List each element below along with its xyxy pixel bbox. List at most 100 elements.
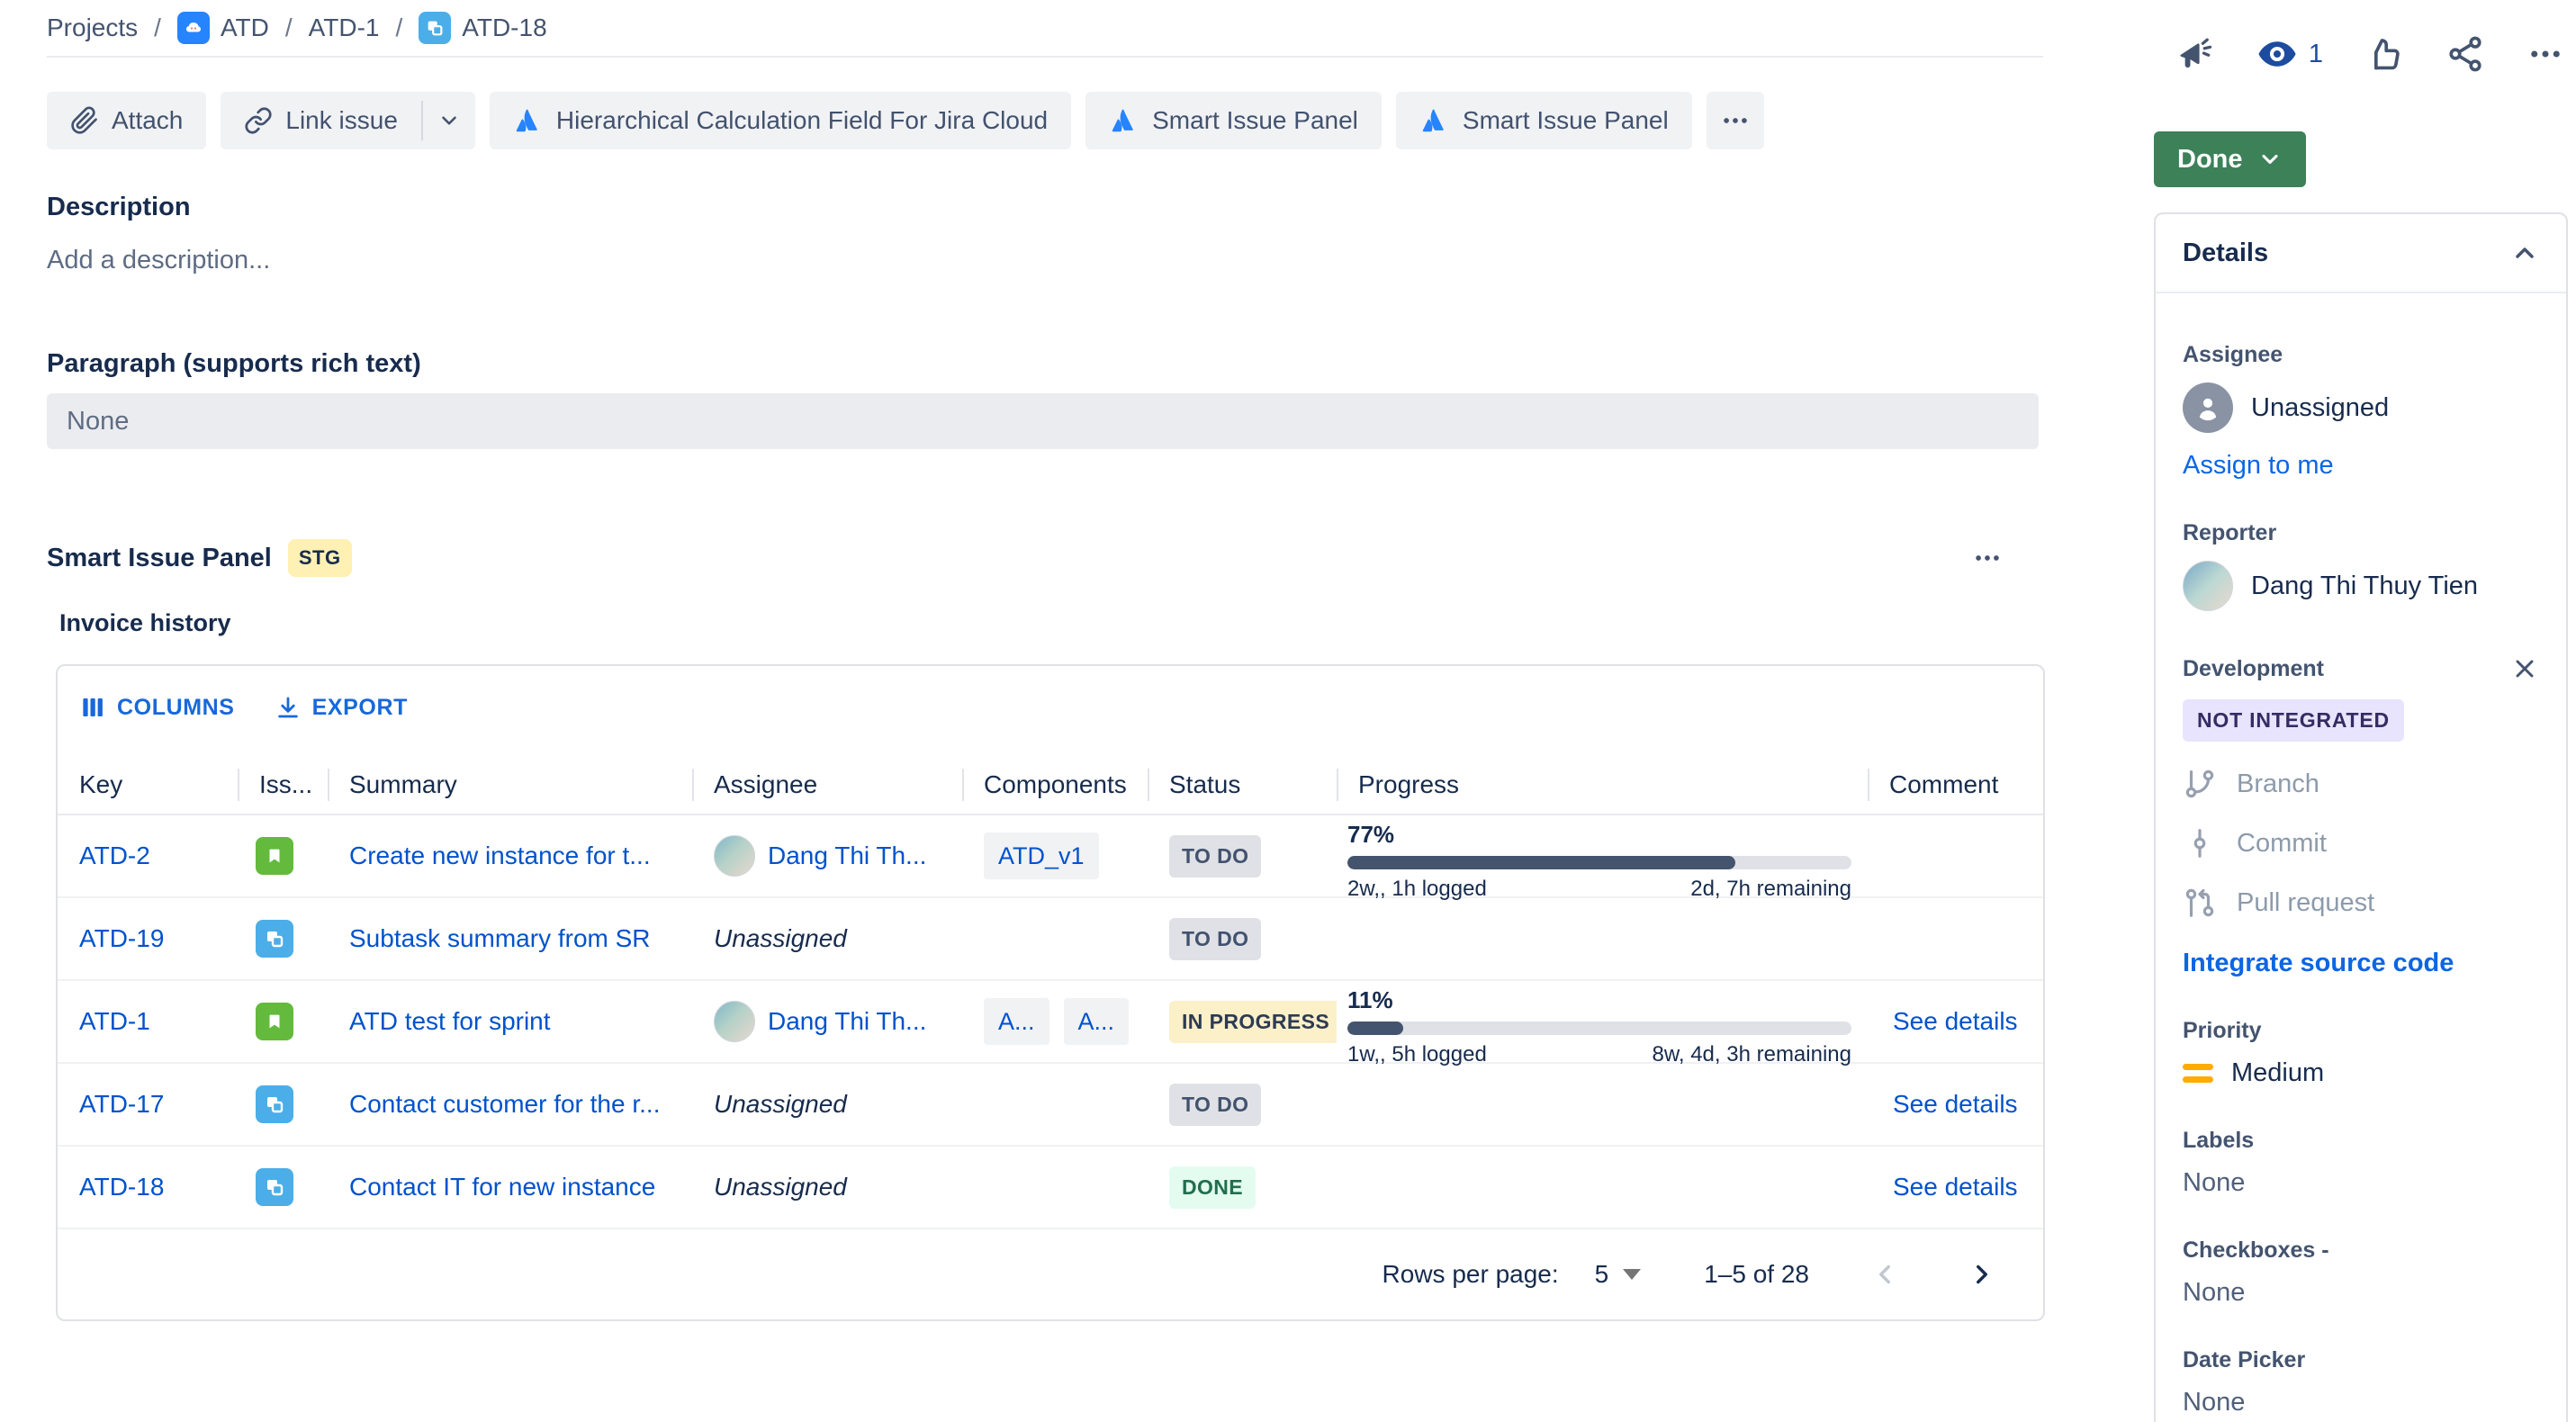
column-header-comment[interactable]: Comment <box>1868 756 2043 814</box>
next-page-button[interactable] <box>1960 1253 2004 1296</box>
paperclip-icon <box>70 106 99 135</box>
assignee-unassigned: Unassigned <box>714 1090 847 1119</box>
issue-summary-link[interactable]: Create new instance for t... <box>349 842 651 870</box>
status-badge: TO DO <box>1169 1084 1261 1126</box>
export-button[interactable]: EXPORT <box>275 694 408 721</box>
commit-item[interactable]: Commit <box>2183 826 2539 860</box>
issue-sidebar: 1 Done <box>2154 0 2570 1422</box>
issue-summary-link[interactable]: ATD test for sprint <box>349 1007 551 1036</box>
issue-key-link[interactable]: ATD-19 <box>79 924 164 953</box>
column-header-progress[interactable]: Progress <box>1337 756 1868 814</box>
column-header-assignee[interactable]: Assignee <box>692 756 962 814</box>
breadcrumb-parent-issue[interactable]: ATD-1 <box>309 14 380 42</box>
checkboxes-value[interactable]: None <box>2183 1278 2539 1308</box>
branch-item[interactable]: Branch <box>2183 767 2539 801</box>
table-row: ATD-17 Contact customer for the r... Una… <box>58 1064 2043 1147</box>
chevron-down-icon <box>437 109 461 132</box>
priority-field[interactable]: Medium <box>2183 1058 2539 1088</box>
app-button-hierarchical-calc[interactable]: Hierarchical Calculation Field For Jira … <box>490 92 1071 149</box>
progress-percent: 77% <box>1347 821 1394 848</box>
see-details-link[interactable]: See details <box>1893 1007 2018 1036</box>
time-logged: 2w,, 1h logged <box>1347 877 1487 902</box>
breadcrumb-projects[interactable]: Projects <box>47 14 138 42</box>
assignee-link[interactable]: Dang Thi Th... <box>768 1007 926 1036</box>
issue-key-link[interactable]: ATD-17 <box>79 1090 164 1119</box>
breadcrumb-current-issue[interactable]: ATD-18 <box>419 12 546 44</box>
attach-button[interactable]: Attach <box>47 92 206 149</box>
component-chip[interactable]: A... <box>984 998 1049 1045</box>
watch-button[interactable]: 1 <box>2256 33 2323 75</box>
link-issue-split-button: Link issue <box>221 92 475 149</box>
details-title: Details <box>2183 238 2268 268</box>
progress-bar <box>1347 856 1851 869</box>
columns-button[interactable]: COLUMNS <box>79 694 235 721</box>
subtask-icon <box>256 920 293 958</box>
breadcrumb-project-atd[interactable]: ATD <box>177 12 269 44</box>
share-button[interactable] <box>2445 34 2485 74</box>
feedback-button[interactable] <box>2175 34 2215 74</box>
assign-to-me-link[interactable]: Assign to me <box>2183 451 2539 481</box>
table-row: ATD-2 Create new instance for t... Dang … <box>58 815 2043 898</box>
paragraph-field-value[interactable]: None <box>47 393 2039 449</box>
subtask-icon <box>256 1168 293 1206</box>
issue-key-link[interactable]: ATD-18 <box>79 1173 164 1202</box>
reporter-field[interactable]: Dang Thi Thuy Tien <box>2183 561 2539 611</box>
component-chip[interactable]: ATD_v1 <box>984 832 1099 879</box>
status-dropdown-button[interactable]: Done <box>2154 131 2306 187</box>
thumbs-up-icon <box>2364 34 2404 74</box>
description-title: Description <box>47 193 2043 222</box>
pagination-range: 1–5 of 28 <box>1704 1260 1809 1289</box>
app-button-smart-issue-panel-1[interactable]: Smart Issue Panel <box>1085 92 1382 149</box>
labels-value[interactable]: None <box>2183 1168 2539 1198</box>
breadcrumb-separator: / <box>154 14 161 42</box>
see-details-link[interactable]: See details <box>1893 1090 2018 1119</box>
date-picker-label: Date Picker <box>2183 1347 2539 1373</box>
vote-button[interactable] <box>2364 34 2404 74</box>
assignee-unassigned: Unassigned <box>714 924 847 953</box>
chevron-left-icon <box>1869 1259 1900 1290</box>
toolbar-more-button[interactable] <box>1707 92 1764 149</box>
labels-label: Labels <box>2183 1128 2539 1154</box>
time-remaining: 2d, 7h remaining <box>1690 877 1851 902</box>
issue-summary-link[interactable]: Contact customer for the r... <box>349 1090 660 1119</box>
development-section-header: Development <box>2183 654 2539 683</box>
development-close-button[interactable] <box>2510 654 2539 683</box>
reporter-avatar <box>2183 561 2233 611</box>
app-button-smart-issue-panel-2[interactable]: Smart Issue Panel <box>1396 92 1692 149</box>
issue-summary-link[interactable]: Subtask summary from SR <box>349 924 651 953</box>
description-placeholder[interactable]: Add a description... <box>47 246 2043 275</box>
issue-summary-link[interactable]: Contact IT for new instance <box>349 1173 655 1202</box>
pull-request-item[interactable]: Pull request <box>2183 886 2539 920</box>
previous-page-button[interactable] <box>1863 1253 1906 1296</box>
integrate-source-code-link[interactable]: Integrate source code <box>2183 949 2539 978</box>
status-badge: TO DO <box>1169 918 1261 960</box>
column-header-issue-type[interactable]: Iss... <box>238 756 328 814</box>
stg-badge: STG <box>288 539 352 577</box>
column-header-components[interactable]: Components <box>962 756 1148 814</box>
link-issue-dropdown-button[interactable] <box>423 92 475 149</box>
invoice-history-title: Invoice history <box>59 609 2043 637</box>
story-icon <box>256 1003 293 1040</box>
assignee-avatar <box>714 1001 755 1042</box>
chevron-right-icon <box>1967 1259 1997 1290</box>
column-header-status[interactable]: Status <box>1148 756 1337 814</box>
assignee-field[interactable]: Unassigned <box>2183 382 2539 433</box>
status-badge: DONE <box>1169 1166 1256 1209</box>
see-details-link[interactable]: See details <box>1893 1173 2018 1202</box>
column-header-summary[interactable]: Summary <box>328 756 692 814</box>
issue-key-link[interactable]: ATD-2 <box>79 842 150 870</box>
atlassian-app-icon <box>513 105 544 136</box>
panel-more-button[interactable] <box>1972 543 2022 573</box>
more-actions-button[interactable] <box>2526 35 2564 73</box>
rows-per-page-select[interactable]: 5 <box>1595 1260 1642 1289</box>
assignee-avatar <box>714 835 755 877</box>
link-issue-button[interactable]: Link issue <box>221 92 421 149</box>
column-header-key[interactable]: Key <box>58 756 238 814</box>
assignee-link[interactable]: Dang Thi Th... <box>768 842 926 870</box>
issue-key-link[interactable]: ATD-1 <box>79 1007 150 1036</box>
component-chip[interactable]: A... <box>1064 998 1130 1045</box>
date-picker-value[interactable]: None <box>2183 1388 2539 1418</box>
issue-actions: 1 <box>2154 32 2570 76</box>
rows-per-page-label: Rows per page: <box>1383 1260 1559 1289</box>
details-header[interactable]: Details <box>2156 214 2566 293</box>
